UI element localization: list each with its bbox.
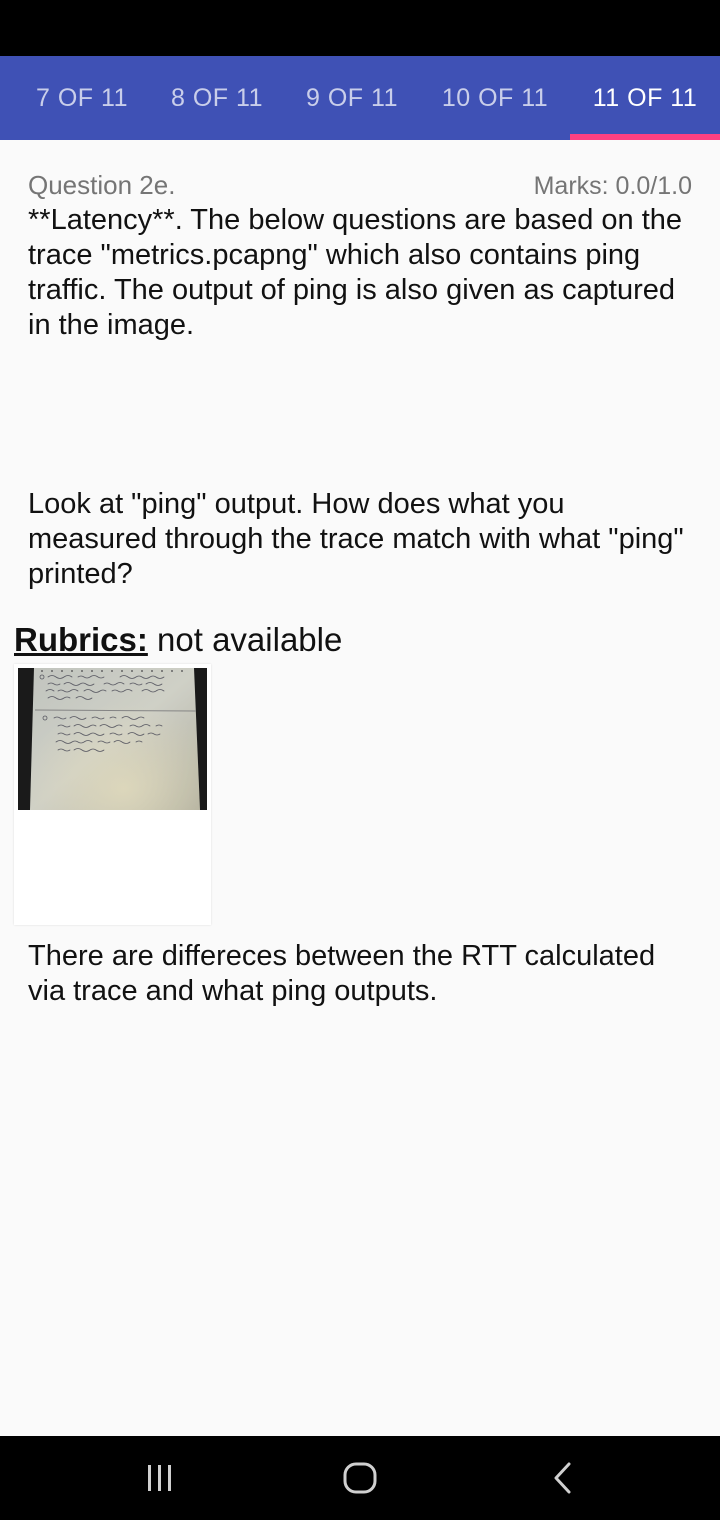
rubrics-label: Rubrics:	[14, 621, 148, 658]
home-button[interactable]	[315, 1436, 405, 1520]
question-subquestion: Look at "ping" output. How does what you…	[28, 488, 684, 590]
question-title: Question 2e.	[28, 170, 176, 200]
answer-text: There are differeces between the RTT cal…	[28, 940, 656, 1007]
rubrics-value: not available	[157, 621, 343, 658]
tab-10-of-11[interactable]: 10 OF 11	[424, 56, 566, 140]
tab-9-of-11[interactable]: 9 OF 11	[289, 56, 415, 140]
handwritten-note-image	[18, 668, 207, 810]
recents-icon	[148, 1465, 171, 1491]
system-nav-bar	[0, 1436, 720, 1520]
marks-label: Marks: 0.0/1.0	[533, 172, 692, 200]
question-tab-bar: 7 OF 11 8 OF 11 9 OF 11 10 OF 11 11 OF 1…	[0, 56, 720, 140]
rubrics-line: Rubrics: not available	[14, 621, 342, 659]
recents-button[interactable]	[115, 1436, 205, 1520]
home-icon	[343, 1462, 377, 1494]
handwritten-answer-photo[interactable]	[18, 668, 207, 810]
question-content[interactable]: Question 2e. Marks: 0.0/1.0 **Latency**.…	[0, 140, 720, 1436]
back-button[interactable]	[518, 1436, 608, 1520]
answer-image-card[interactable]	[14, 664, 211, 925]
tab-8-of-11[interactable]: 8 OF 11	[154, 56, 280, 140]
back-icon	[554, 1462, 571, 1494]
status-bar	[0, 0, 720, 56]
tab-11-of-11[interactable]: 11 OF 11	[570, 56, 720, 140]
tab-7-of-11[interactable]: 7 OF 11	[19, 56, 145, 140]
question-text: **Latency**. The below questions are bas…	[28, 204, 683, 341]
